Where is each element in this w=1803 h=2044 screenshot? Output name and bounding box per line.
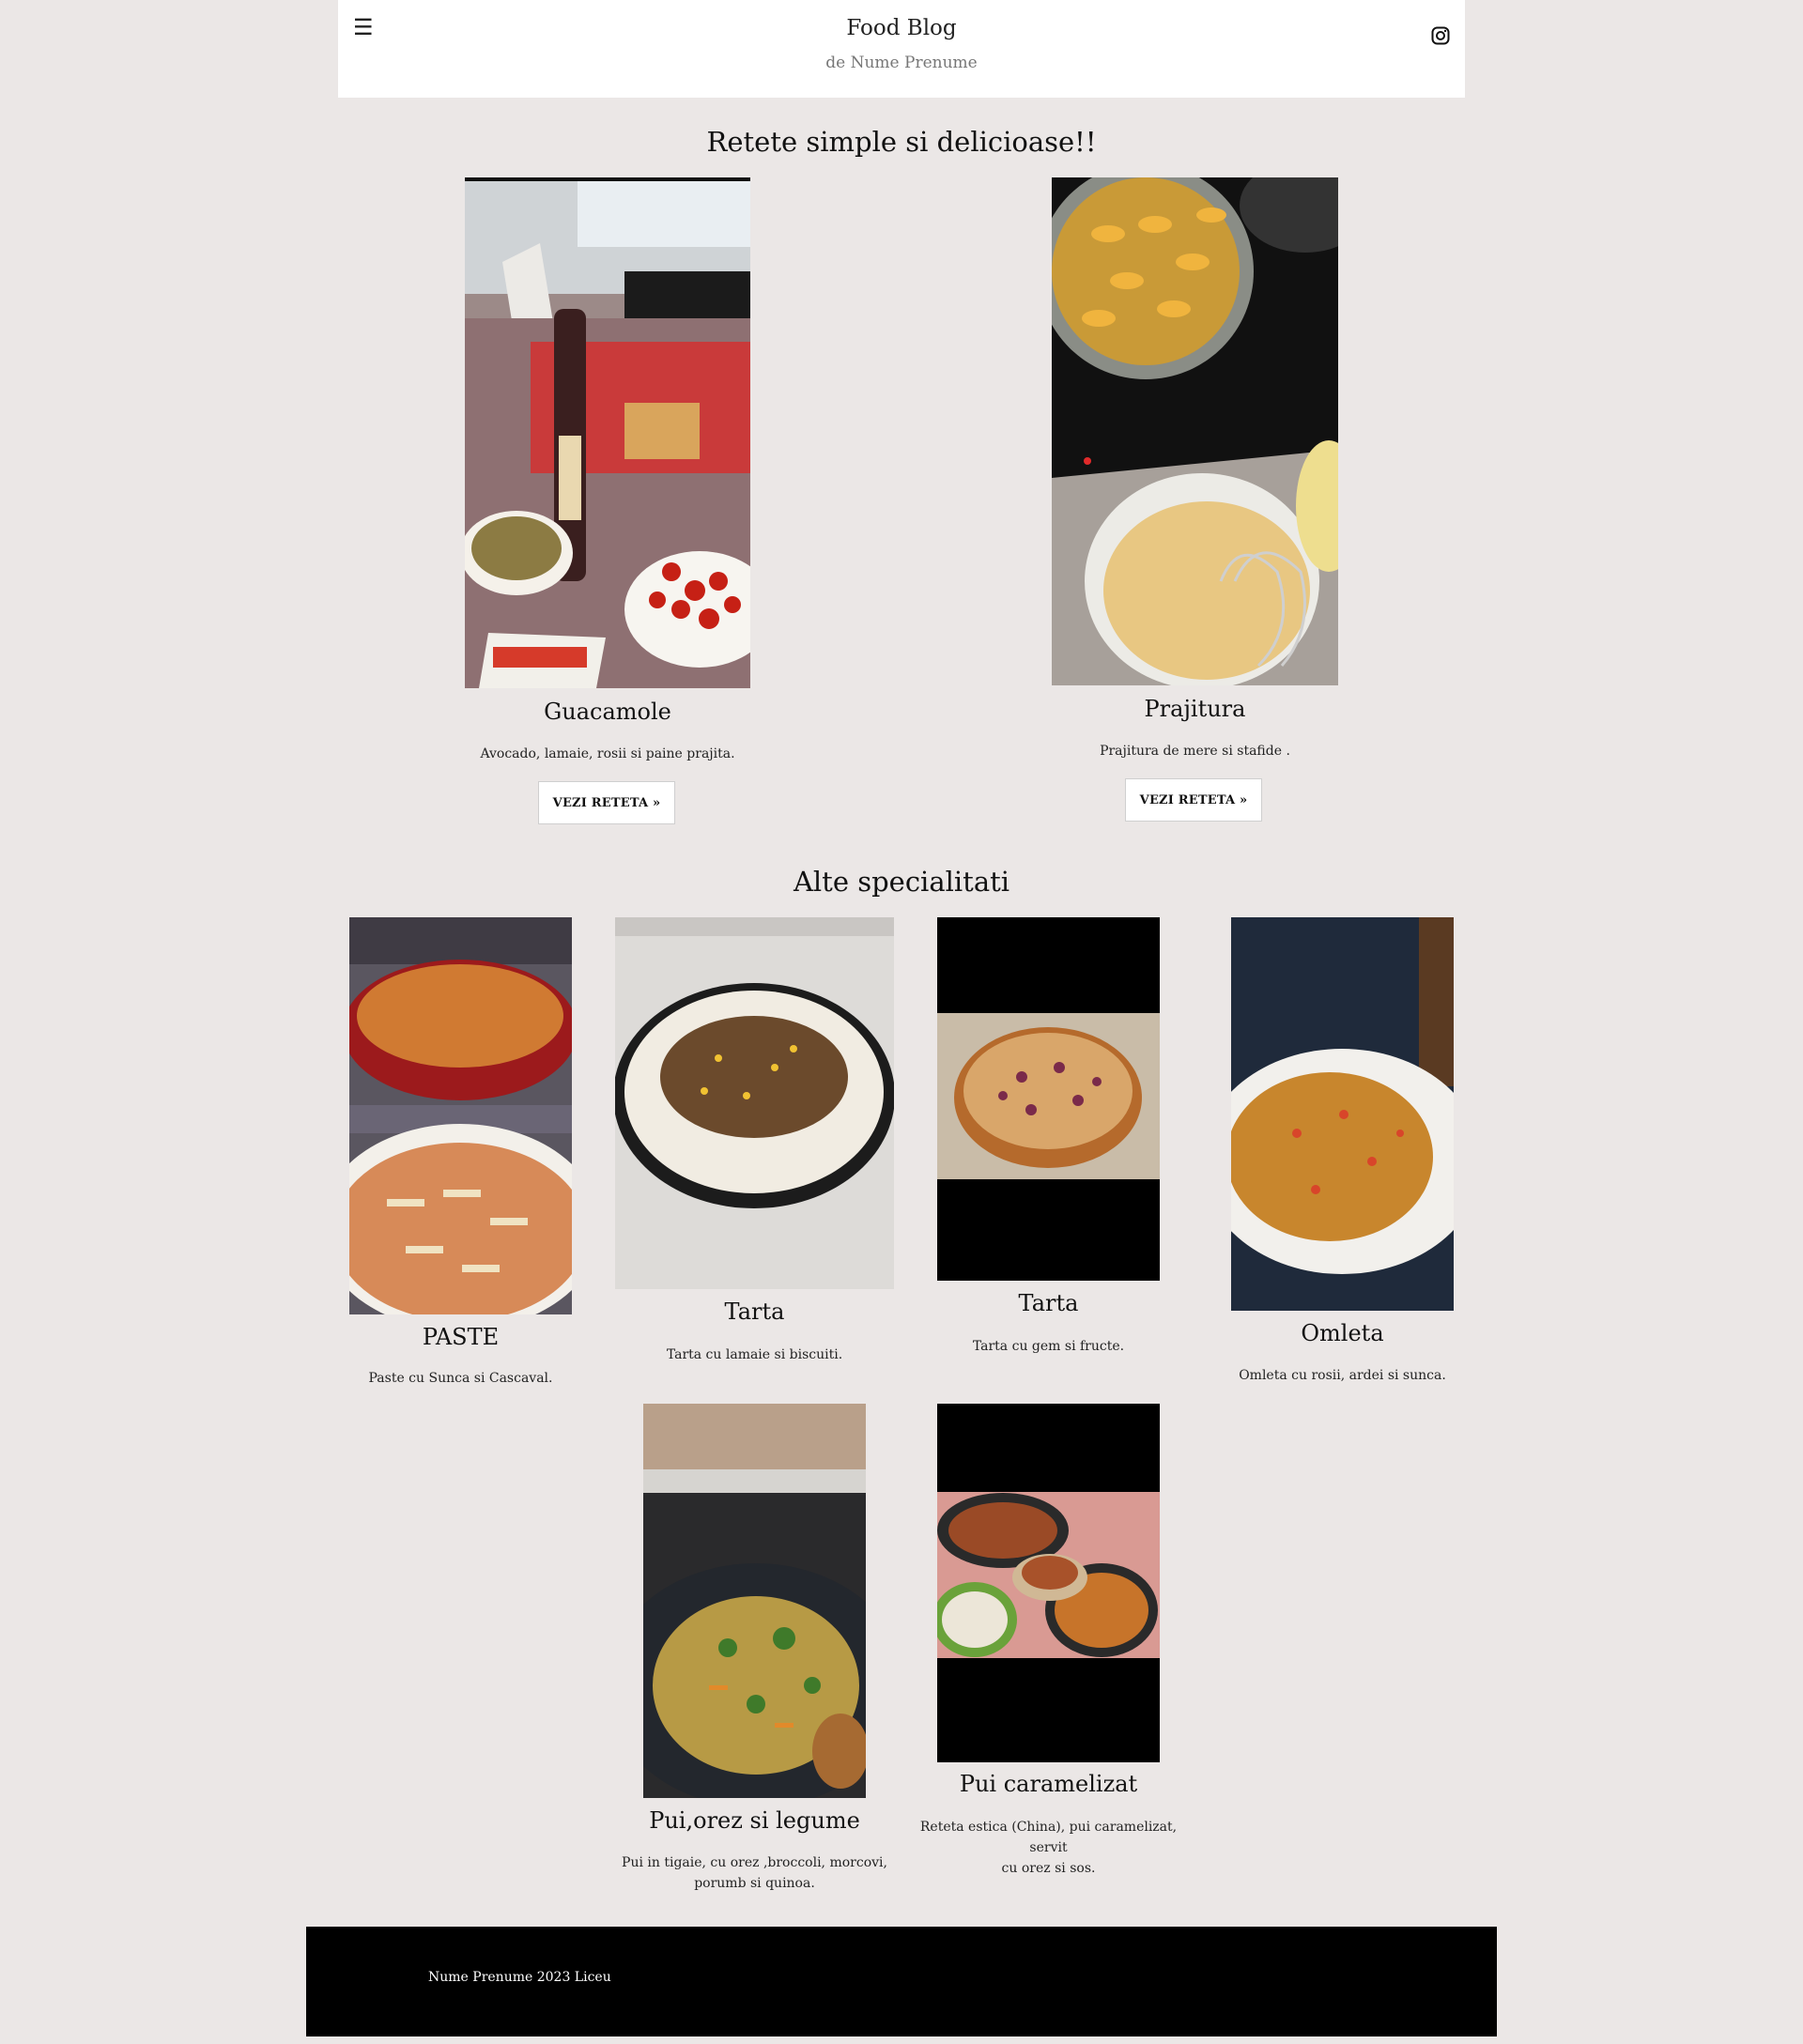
tarta-lamaie-photo	[615, 917, 894, 1289]
featured-heading: Retete simple si delicioase!!	[706, 126, 1097, 158]
instagram-icon[interactable]	[1431, 26, 1450, 45]
others-desc-tarta-lamaie: Tarta cu lamaie si biscuiti.	[666, 1347, 843, 1362]
others-heading: Alte specialitati	[793, 866, 1010, 898]
site-subtitle: de Nume Prenume	[825, 54, 978, 72]
others-title-paste: PASTE	[422, 1324, 500, 1350]
paste-photo	[349, 917, 572, 1314]
tarta-gem-photo	[937, 917, 1160, 1281]
vezi-reteta-button-guacamole[interactable]: VEZI RETETA »	[538, 781, 675, 824]
footer-text: Nume Prenume 2023 Liceu	[428, 1970, 611, 1985]
guacamole-photo	[465, 177, 750, 688]
others-desc-pui-orez-legume: Pui in tigaie, cu orez ,broccoli, morcov…	[615, 1852, 894, 1894]
others-desc-omleta: Omleta cu rosii, ardei si sunca.	[1239, 1368, 1446, 1383]
site-header	[338, 0, 1465, 98]
pui-orez-legume-photo	[643, 1404, 866, 1798]
others-title-tarta-gem: Tarta	[1018, 1290, 1079, 1316]
others-desc-pui-caramelizat: Reteta estica (China), pui caramelizat, …	[900, 1817, 1197, 1879]
others-title-pui-caramelizat: Pui caramelizat	[959, 1771, 1138, 1797]
others-desc-paste: Paste cu Sunca si Cascaval.	[368, 1371, 553, 1386]
omleta-photo	[1231, 917, 1454, 1311]
others-desc-pui-caramelizat-line1: Reteta estica (China), pui caramelizat, …	[919, 1820, 1178, 1855]
featured-desc-guacamole: Avocado, lamaie, rosii si paine prajita.	[480, 746, 735, 761]
pui-caramelizat-photo	[937, 1404, 1160, 1762]
others-desc-pui-caramelizat-line2: cu orez si sos.	[1001, 1861, 1096, 1876]
others-desc-pui-orez-legume-line2: porumb si quinoa.	[694, 1876, 815, 1891]
vezi-reteta-button-prajitura[interactable]: VEZI RETETA »	[1125, 778, 1262, 822]
others-title-tarta-lamaie: Tarta	[724, 1299, 785, 1325]
featured-title-guacamole: Guacamole	[544, 699, 671, 725]
featured-desc-prajitura: Prajitura de mere si stafide .	[1100, 744, 1290, 759]
others-desc-tarta-gem: Tarta cu gem si fructe.	[972, 1339, 1125, 1354]
others-title-omleta: Omleta	[1301, 1320, 1384, 1346]
others-title-pui-orez-legume: Pui,orez si legume	[649, 1807, 860, 1834]
site-title[interactable]: Food Blog	[338, 16, 1465, 40]
prajitura-photo	[1052, 177, 1338, 685]
others-desc-pui-orez-legume-line1: Pui in tigaie, cu orez ,broccoli, morcov…	[622, 1855, 887, 1870]
featured-title-prajitura: Prajitura	[1144, 696, 1246, 722]
